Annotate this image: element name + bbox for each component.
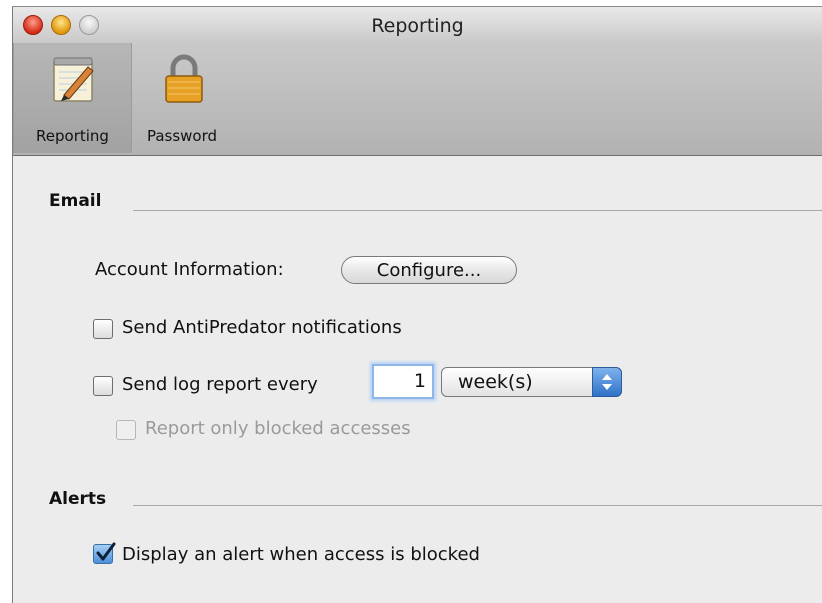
log-report-count-field[interactable]: 1: [372, 364, 434, 399]
title-bar[interactable]: Reporting: [13, 7, 822, 43]
lock-icon: [162, 52, 206, 108]
popup-arrows-icon: [592, 367, 622, 397]
toolbar: Reporting Password: [13, 43, 822, 156]
account-information-label: Account Information:: [95, 259, 284, 280]
checkmark-icon: [96, 542, 116, 561]
log-report-label[interactable]: Send log report every: [122, 374, 318, 395]
log-report-checkbox[interactable]: [93, 376, 113, 396]
antipredator-checkbox[interactable]: [93, 319, 113, 339]
alerts-section-title: Alerts: [49, 489, 107, 509]
toolbar-item-label: Password: [146, 127, 218, 145]
toolbar-item-password[interactable]: Password: [132, 43, 232, 153]
email-divider: [133, 210, 822, 211]
log-report-interval-popup[interactable]: week(s): [441, 367, 622, 397]
blocked-only-label: Report only blocked accesses: [145, 418, 411, 439]
alerts-divider: [133, 505, 822, 506]
notepad-pencil-icon: [48, 52, 100, 108]
popup-selected-value: week(s): [458, 371, 533, 393]
toolbar-item-label: Reporting: [36, 127, 109, 145]
display-alert-checkbox[interactable]: [93, 542, 116, 564]
blocked-only-checkbox[interactable]: [116, 420, 136, 440]
toolbar-item-reporting[interactable]: Reporting: [13, 43, 132, 153]
preferences-window: Reporting Reporting Password Email Accou…: [12, 6, 822, 603]
window-title: Reporting: [371, 15, 464, 37]
email-section-title: Email: [49, 191, 102, 211]
display-alert-label[interactable]: Display an alert when access is blocked: [122, 544, 480, 565]
configure-button[interactable]: Configure...: [341, 256, 517, 284]
antipredator-label[interactable]: Send AntiPredator notifications: [122, 317, 402, 338]
